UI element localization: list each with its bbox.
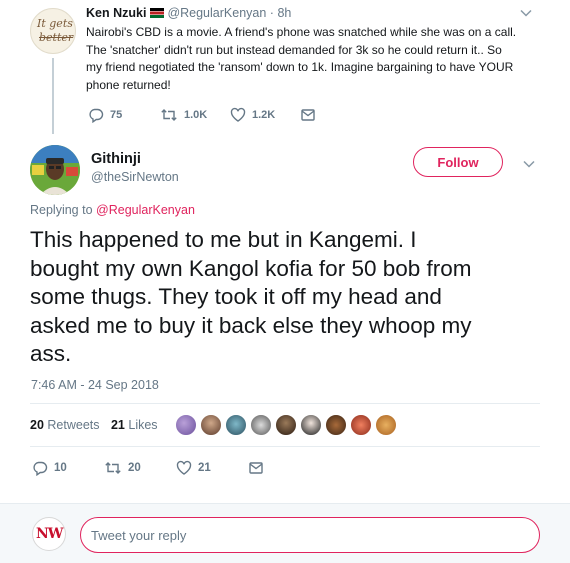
replying-to-mention[interactable]: @RegularKenyan [96, 203, 195, 217]
parent-header: Ken Nzuki @RegularKenyan · 8h [86, 6, 291, 20]
parent-author-name[interactable]: Ken Nzuki [86, 6, 146, 20]
parent-author-handle[interactable]: @RegularKenyan [167, 6, 266, 20]
likes-count: 21 [110, 418, 125, 432]
reply-icon [33, 461, 48, 476]
user-avatar-logo[interactable]: NW [32, 517, 66, 551]
parent-retweet-button[interactable]: 1.0K [160, 107, 207, 123]
retweet-icon [161, 109, 177, 121]
retweets-stat[interactable]: 20 Retweets [30, 418, 100, 432]
main-avatar[interactable] [30, 145, 80, 195]
liker-avatar[interactable] [200, 414, 222, 436]
parent-text-line: my friend negotiated the 'ransom' down t… [86, 60, 514, 74]
tweet-text-line: bought my own Kangol kofia for 50 bob fr… [30, 255, 472, 281]
heart-icon [230, 107, 246, 122]
message-icon [301, 109, 315, 121]
parent-time[interactable]: 8h [277, 6, 291, 20]
divider [30, 403, 540, 404]
tweet-text-line: some thugs. They took it off my head and [30, 284, 442, 309]
parent-tweet-text: Nairobi's CBD is a movie. A friend's pho… [86, 24, 541, 94]
parent-avatar[interactable]: It gets better [30, 8, 76, 54]
parent-like-button[interactable]: 1.2K [230, 107, 275, 123]
liker-avatar[interactable] [275, 414, 297, 436]
tweet-reply-input[interactable] [80, 517, 540, 553]
main-author-name[interactable]: Githinji [91, 151, 141, 167]
parent-tweet[interactable]: It gets better Ken Nzuki @RegularKenyan ·… [0, 0, 570, 140]
parent-reply-button[interactable]: 75 [88, 107, 122, 123]
tweet-text-line: ass. [30, 341, 72, 366]
avatar-image [30, 145, 80, 195]
likes-label: Likes [128, 418, 158, 432]
follow-button[interactable]: Follow [413, 147, 503, 177]
parent-text-line: phone returned! [86, 77, 171, 92]
reply-count: 10 [54, 462, 67, 474]
thread-line [52, 58, 54, 134]
divider [30, 446, 540, 447]
tweet-text-line: This happened to me but in Kangemi. I [30, 227, 417, 252]
liker-avatar[interactable] [325, 414, 347, 436]
parent-retweet-count: 1.0K [184, 109, 208, 121]
avatar-text-line-1: It gets [37, 17, 73, 30]
message-button[interactable] [248, 460, 264, 476]
parent-like-count: 1.2K [252, 109, 276, 121]
parent-reply-count: 75 [110, 109, 123, 121]
retweet-button[interactable]: 20 [104, 460, 141, 476]
reply-icon [89, 108, 104, 123]
parent-text-line: The 'snatcher' didn't run but instead de… [86, 42, 502, 57]
main-author-handle[interactable]: @theSirNewton [91, 170, 179, 184]
chevron-down-icon[interactable] [520, 8, 532, 20]
tweet-timestamp[interactable]: 7:46 AM - 24 Sep 2018 [31, 378, 159, 392]
parent-message-button[interactable] [300, 107, 316, 123]
liker-avatar[interactable] [175, 414, 197, 436]
like-count: 21 [198, 462, 211, 474]
liker-avatar[interactable] [250, 414, 272, 436]
retweets-label: Retweets [47, 418, 100, 432]
tweet-text-line: asked me to buy it back else they whoop … [30, 312, 472, 338]
heart-icon [176, 460, 192, 475]
parent-text-line: Nairobi's CBD is a movie. A friend's pho… [86, 25, 517, 39]
chevron-down-icon[interactable] [523, 155, 535, 173]
logo-text: NW [36, 526, 64, 542]
tweet-stats: 20 Retweets 21 Likes [30, 418, 158, 432]
retweets-count: 20 [30, 418, 44, 432]
replying-prefix: Replying to [30, 203, 93, 217]
like-button[interactable]: 21 [176, 460, 211, 476]
avatar-text-line-2: better [39, 31, 74, 44]
reply-button[interactable]: 10 [32, 460, 67, 476]
liker-avatar[interactable] [225, 414, 247, 436]
kenya-flag-icon [150, 8, 165, 18]
main-tweet-text: This happened to me but in Kangemi. I bo… [30, 226, 555, 369]
retweet-count: 20 [128, 462, 141, 474]
message-icon [249, 462, 263, 474]
replying-to: Replying to @RegularKenyan [30, 203, 195, 217]
separator-dot: · [269, 6, 274, 20]
likes-stat[interactable]: 21 Likes [111, 418, 158, 432]
liker-avatar[interactable] [300, 414, 322, 436]
liker-avatar[interactable] [375, 414, 397, 436]
retweet-icon [105, 462, 121, 474]
reply-composer: NW [0, 503, 570, 563]
liker-avatar[interactable] [350, 414, 372, 436]
